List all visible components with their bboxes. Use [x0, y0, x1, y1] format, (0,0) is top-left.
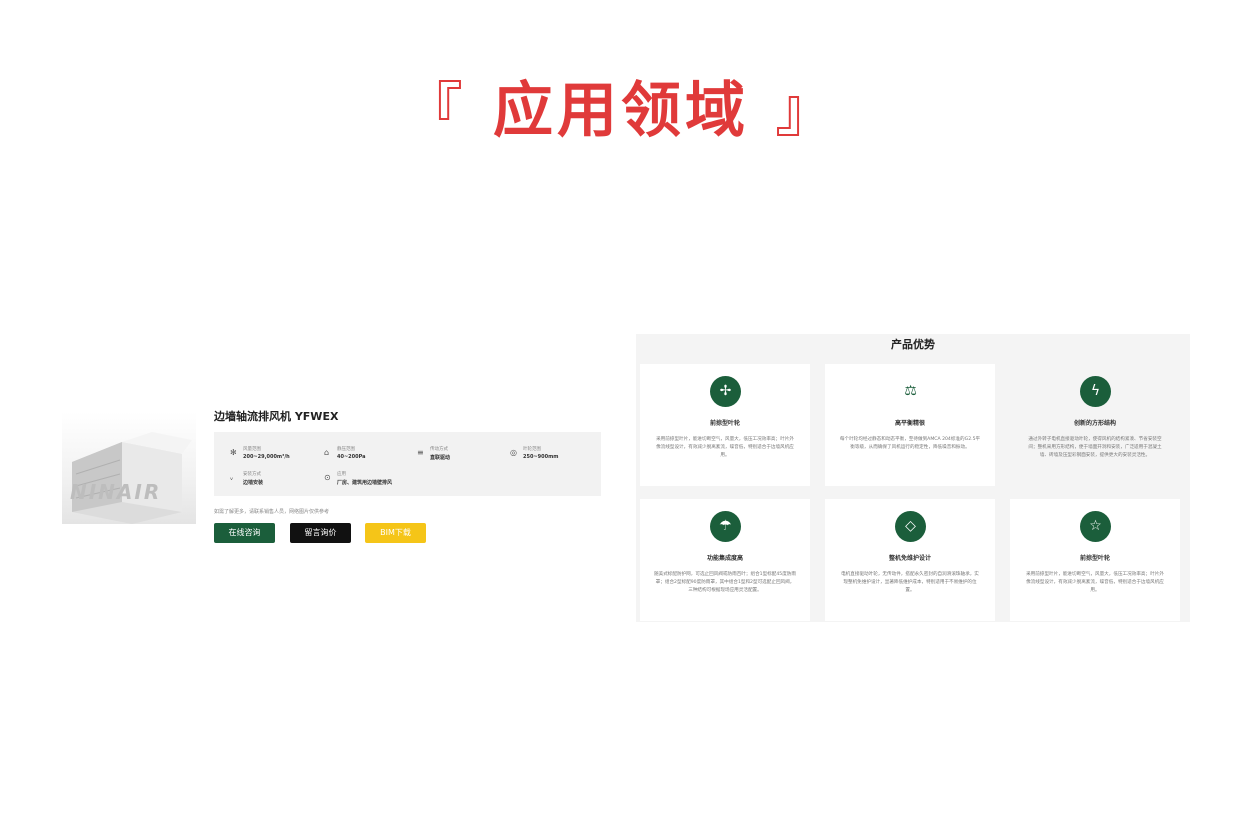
advantage-card: ⚖ 高平衡精很 每个叶轮均经过静态和动态平衡，至待做到AMCA 204标准的G2… [825, 364, 995, 486]
advantage-card-desc: 电机直接驱动叶轮，无传动件，搭配永久密封的自润滑滚珠轴承，实现整机免维护设计，显… [841, 572, 979, 593]
application-icon: ⊙ [324, 473, 331, 482]
product-advantages-panel: 产品优势 ✢ 前掠型叶轮 采用前掠型叶片，能进切断空气，风量大，低压工况效率高；… [636, 334, 1190, 622]
bim-download-button[interactable]: BIM下载 [365, 523, 426, 543]
advantage-card-desc: 随美式标配防护网，可选止回风阀或防雨百叶；组合1型标配45度防雨罩；组合2型标配… [654, 572, 796, 593]
advantage-card: ☂ 功能集成度高 随美式标配防护网，可选止回风阀或防雨百叶；组合1型标配45度防… [640, 499, 810, 621]
brand-logo: NINAIR [70, 480, 162, 504]
pressure-icon: ⌂ [324, 448, 330, 457]
advantage-card-desc: 采用前掠型叶片，能进切断空气，风量大，低压工况效率高；叶片外像流线型设计，有效减… [1026, 572, 1164, 593]
advantage-card: ✢ 前掠型叶轮 采用前掠型叶片，能进切断空气，风量大，低压工况效率高；叶片外像流… [640, 364, 810, 486]
message-quote-button[interactable]: 留言询价 [290, 523, 351, 543]
advantage-card-title: 前掠型叶轮 [709, 420, 740, 427]
advantage-card: ☆ 前掠型叶轮 采用前掠型叶片，能进切断空气，风量大，低压工况效率高；叶片外像流… [1010, 499, 1180, 621]
page-title: 『应用领域』 [0, 62, 1242, 149]
open-bracket: 『 [403, 76, 467, 146]
product-title: 边墙轴流排风机 YFWEX [214, 410, 339, 423]
balance-icon: ⚖ [904, 383, 917, 399]
star-icon: ☆ [1080, 511, 1111, 542]
advantages-title: 产品优势 [891, 338, 935, 351]
advantage-card-title: 功能集成度高 [706, 555, 743, 562]
product-image: NINAIR [62, 412, 196, 524]
lightning-icon: ϟ [1080, 376, 1111, 407]
online-consult-button[interactable]: 在线咨询 [214, 523, 275, 543]
advantage-card-desc: 采用前掠型叶片，能进切断空气，风量大，低压工况效率高；叶片外像流线型设计，有效减… [656, 437, 794, 458]
close-bracket: 』 [775, 76, 839, 146]
install-icon: ᵥ [230, 473, 234, 482]
drive-icon: ≡ [417, 448, 424, 457]
advantage-card: ϟ 创新的方形结构 通过外转子电机直接驱动叶轮，使得风机的结构紧凑、节省安装空间… [1010, 364, 1180, 486]
advantage-card-desc: 通过外转子电机直接驱动叶轮，使得风机的结构紧凑、节省安装空间；整机采用方形结构，… [1028, 437, 1162, 458]
fan-housing-illustration [72, 432, 192, 524]
advantage-card-desc: 每个叶轮均经过静态和动态平衡，至待做到AMCA 204标准的G2.5平衡等级，从… [839, 437, 981, 450]
umbrella-icon: ☂ [710, 511, 741, 542]
spec-box: ✻ 风量范围 200~29,000m³/h ⌂ 静压范围 40~200Pa ≡ … [214, 432, 601, 496]
product-detail-panel: NINAIR 边墙轴流排风机 YFWEX ✻ 风量范围 200~29,000m³… [62, 400, 602, 552]
advantage-card-title: 整机免维护设计 [888, 555, 931, 562]
advantage-card-title: 高平衡精很 [894, 420, 925, 427]
advantage-card-title: 前掠型叶轮 [1079, 555, 1110, 562]
disclaimer-note: 如需了解更多，请联系销售人员，网络图片仅供参考 [214, 509, 330, 515]
impeller-icon: ✢ [710, 376, 741, 407]
hero-title-text: 应用领域 [493, 76, 749, 146]
advantage-card-title: 创新的方形结构 [1073, 420, 1116, 427]
advantage-card: ◇ 整机免维护设计 电机直接驱动叶轮，无传动件，搭配永久密封的自润滑滚珠轴承，实… [825, 499, 995, 621]
diameter-icon: ◎ [510, 448, 517, 457]
diamond-icon: ◇ [895, 511, 926, 542]
fan-icon: ✻ [230, 448, 237, 457]
